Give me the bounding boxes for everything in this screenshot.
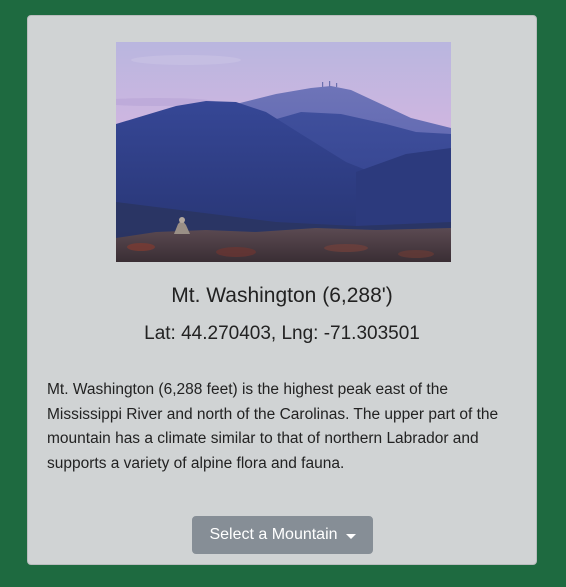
- mountain-description: Mt. Washington (6,288 feet) is the highe…: [47, 381, 499, 472]
- caret-down-icon: [345, 533, 356, 539]
- select-mountain-dropdown[interactable]: Select a Mountain: [192, 516, 373, 554]
- select-mountain-label: Select a Mountain: [209, 526, 338, 543]
- mountain-photo: [116, 42, 451, 262]
- mountain-card: Mt. Washington (6,288') Lat: 44.270403, …: [27, 15, 537, 565]
- mountain-coordinates: Lat: 44.270403, Lng: -71.303501: [144, 323, 420, 344]
- mountain-title: Mt. Washington (6,288'): [171, 284, 393, 307]
